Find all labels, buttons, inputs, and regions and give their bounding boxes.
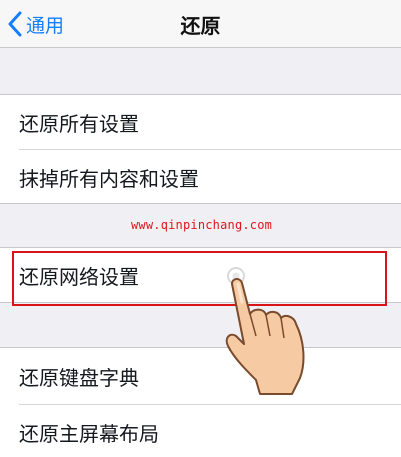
navigation-bar: 通用 还原 [0,0,401,48]
reset-keyboard-dictionary-row[interactable]: 还原键盘字典 [0,349,401,403]
highlight-box [12,251,387,306]
reset-group-3: 还原键盘字典 还原主屏幕布局 [0,347,401,457]
watermark-text: www.qinpinchang.com [131,218,273,232]
pointing-hand-icon [212,262,322,401]
reset-group-1: 还原所有设置 抹掉所有内容和设置 [0,94,401,204]
erase-all-content-row[interactable]: 抹掉所有内容和设置 [0,150,401,204]
reset-all-settings-row[interactable]: 还原所有设置 [0,95,401,149]
reset-home-screen-layout-row[interactable]: 还原主屏幕布局 [0,405,401,457]
page-title: 还原 [180,14,221,38]
